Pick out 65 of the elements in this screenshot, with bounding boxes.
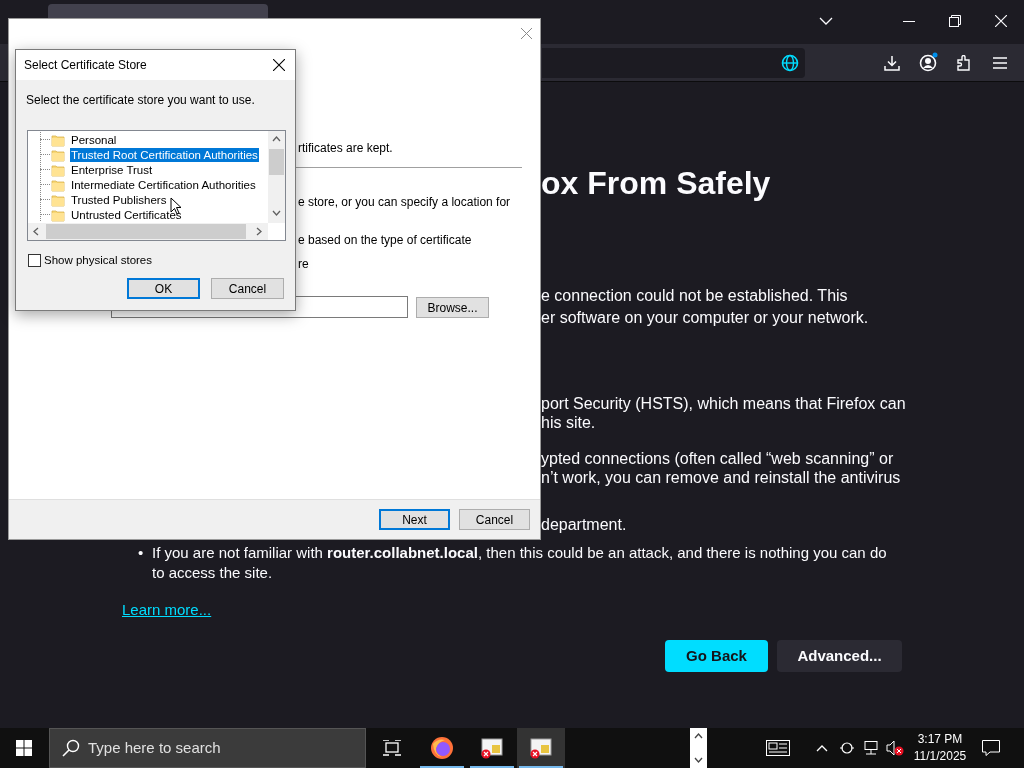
search-input[interactable]: Type here to search [88,736,338,760]
search-field[interactable]: Type here to search [49,728,366,768]
minimize-icon[interactable] [903,21,915,23]
folder-icon [51,177,65,192]
volume-muted-icon[interactable] [886,740,904,756]
restore-icon[interactable] [949,15,961,27]
advanced-button[interactable]: Advanced... [777,640,902,672]
page-heading: ox From Safely [541,164,771,203]
store-item[interactable]: Personal [70,132,118,147]
wizard-text: rtificates are kept. [298,140,393,156]
task-view-icon[interactable] [383,740,401,756]
menu-icon[interactable] [993,57,1007,69]
windows-icon[interactable] [16,740,32,756]
instruction-text: Select the certificate store you want to use. [26,92,255,109]
folder-icon [51,147,65,162]
download-icon[interactable] [884,55,900,71]
folder-icon [51,132,65,147]
store-item[interactable]: Enterprise Trust [70,162,154,177]
error-text: ypted connections (often called “web scanning” or [541,449,894,469]
close-icon[interactable] [273,59,285,71]
next-button[interactable]: Next [379,509,450,530]
ok-button[interactable]: OK [127,278,200,299]
error-text: e connection could not be established. This [541,286,848,306]
folder-icon [51,192,65,207]
folder-icon [51,162,65,177]
news-icon[interactable] [766,740,790,756]
store-item[interactable]: Intermediate Certification Authorities [70,177,257,192]
globe-icon[interactable] [781,54,799,72]
store-item[interactable]: Trusted Root Certification Authorities [70,147,259,162]
store-item[interactable]: Trusted Publishers [70,192,168,207]
wizard-text: e store, or you can specify a location for [298,194,511,210]
error-text: er software on your computer or your network. [541,308,869,328]
dialog-title: Select Certificate Store [24,57,148,74]
error-text: n’t work, you can remove and reinstall the antivirus [541,468,901,488]
folder-icon [51,207,65,222]
go-back-button[interactable]: Go Back [665,640,768,672]
checkbox[interactable] [28,254,41,268]
firefox-icon[interactable] [430,736,454,760]
cancel-button[interactable]: Cancel [211,278,284,299]
browse-button[interactable]: Browse... [416,297,489,318]
error-text: port Security (HSTS), which means that Firefox can [541,394,906,414]
chevron-up-icon[interactable] [816,744,828,752]
error-text: department. [541,515,627,535]
store-item[interactable]: Untrusted Certificates [70,207,183,222]
horizontal-scrollbar[interactable] [28,223,268,240]
clock-time: 3:17 PM [917,731,963,748]
learn-more-link[interactable]: Learn more... [122,599,212,622]
vertical-scrollbar[interactable] [268,131,285,223]
search-icon [62,739,80,757]
certificate-app-icon[interactable] [480,736,504,760]
checkbox-label: Show physical stores [44,253,153,268]
cancel-button[interactable]: Cancel [459,509,530,530]
extensions-icon[interactable] [956,55,972,71]
taskbar-scroller[interactable] [690,728,707,768]
wizard-text: e based on the type of certificate [298,232,472,248]
tab-list-icon[interactable] [819,16,833,26]
certificate-app-icon[interactable] [529,736,553,760]
network-icon[interactable] [863,741,879,755]
clock-date: 11/1/2025 [913,748,967,765]
error-text: his site. [541,413,596,433]
wizard-text: re [298,256,309,272]
notification-icon[interactable] [982,740,1000,756]
bullet-mark: • [138,543,145,563]
bullet-text: If you are not familiar with router.collabnet.local, then this could be an attack, and there is nothing you can do to access the site. [152,543,888,583]
account-icon[interactable] [919,52,939,72]
